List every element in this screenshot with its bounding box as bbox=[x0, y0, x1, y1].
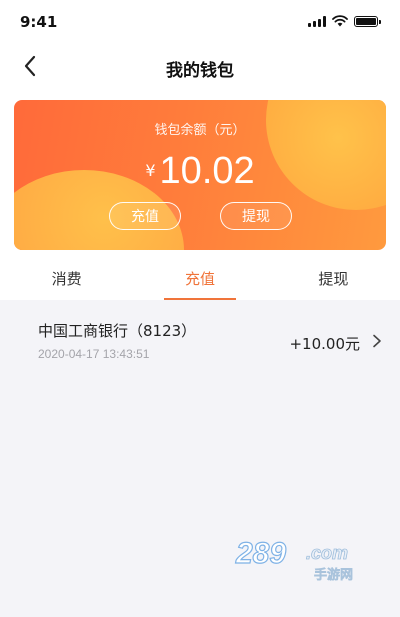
list-item[interactable]: 中国工商银行（8123） 2020-04-17 13:43:51 +10.00元 bbox=[0, 300, 400, 374]
balance-label: 钱包余额（元） bbox=[154, 123, 246, 138]
withdraw-button[interactable]: 提现 bbox=[220, 202, 292, 230]
record-timestamp: 2020-04-17 13:43:51 bbox=[38, 347, 150, 361]
record-amount: +10.00元 bbox=[289, 335, 360, 353]
chevron-right-icon bbox=[373, 334, 381, 348]
balance-value: 10.02 bbox=[159, 150, 255, 192]
status-time: 9:41 bbox=[20, 13, 58, 31]
record-bank-name: 中国工商银行（8123） bbox=[38, 322, 197, 340]
nav-bar: 我的钱包 bbox=[0, 44, 400, 88]
svg-text:手游网: 手游网 bbox=[314, 567, 353, 583]
signal-icon bbox=[308, 15, 326, 27]
recharge-button[interactable]: 充值 bbox=[109, 202, 181, 230]
svg-text:289: 289 bbox=[235, 537, 286, 570]
tab-recharge[interactable]: 充值 bbox=[133, 262, 266, 300]
balance-amount: ¥10.02 bbox=[14, 150, 386, 193]
record-tabs: 消费 充值 提现 bbox=[0, 262, 400, 300]
tab-withdraw[interactable]: 提现 bbox=[267, 262, 400, 300]
watermark-logo: 289 .com 手游网 bbox=[234, 536, 353, 583]
wifi-icon bbox=[332, 15, 348, 27]
svg-text:.com: .com bbox=[306, 543, 348, 563]
currency-symbol: ¥ bbox=[145, 161, 156, 180]
page-title: 我的钱包 bbox=[166, 61, 234, 81]
status-bar: 9:41 bbox=[0, 0, 400, 44]
tab-consumption[interactable]: 消费 bbox=[0, 262, 133, 300]
battery-icon bbox=[354, 15, 381, 27]
wallet-balance-card: 钱包余额（元） ¥10.02 充值 提现 bbox=[14, 100, 386, 250]
status-icons bbox=[308, 15, 381, 27]
